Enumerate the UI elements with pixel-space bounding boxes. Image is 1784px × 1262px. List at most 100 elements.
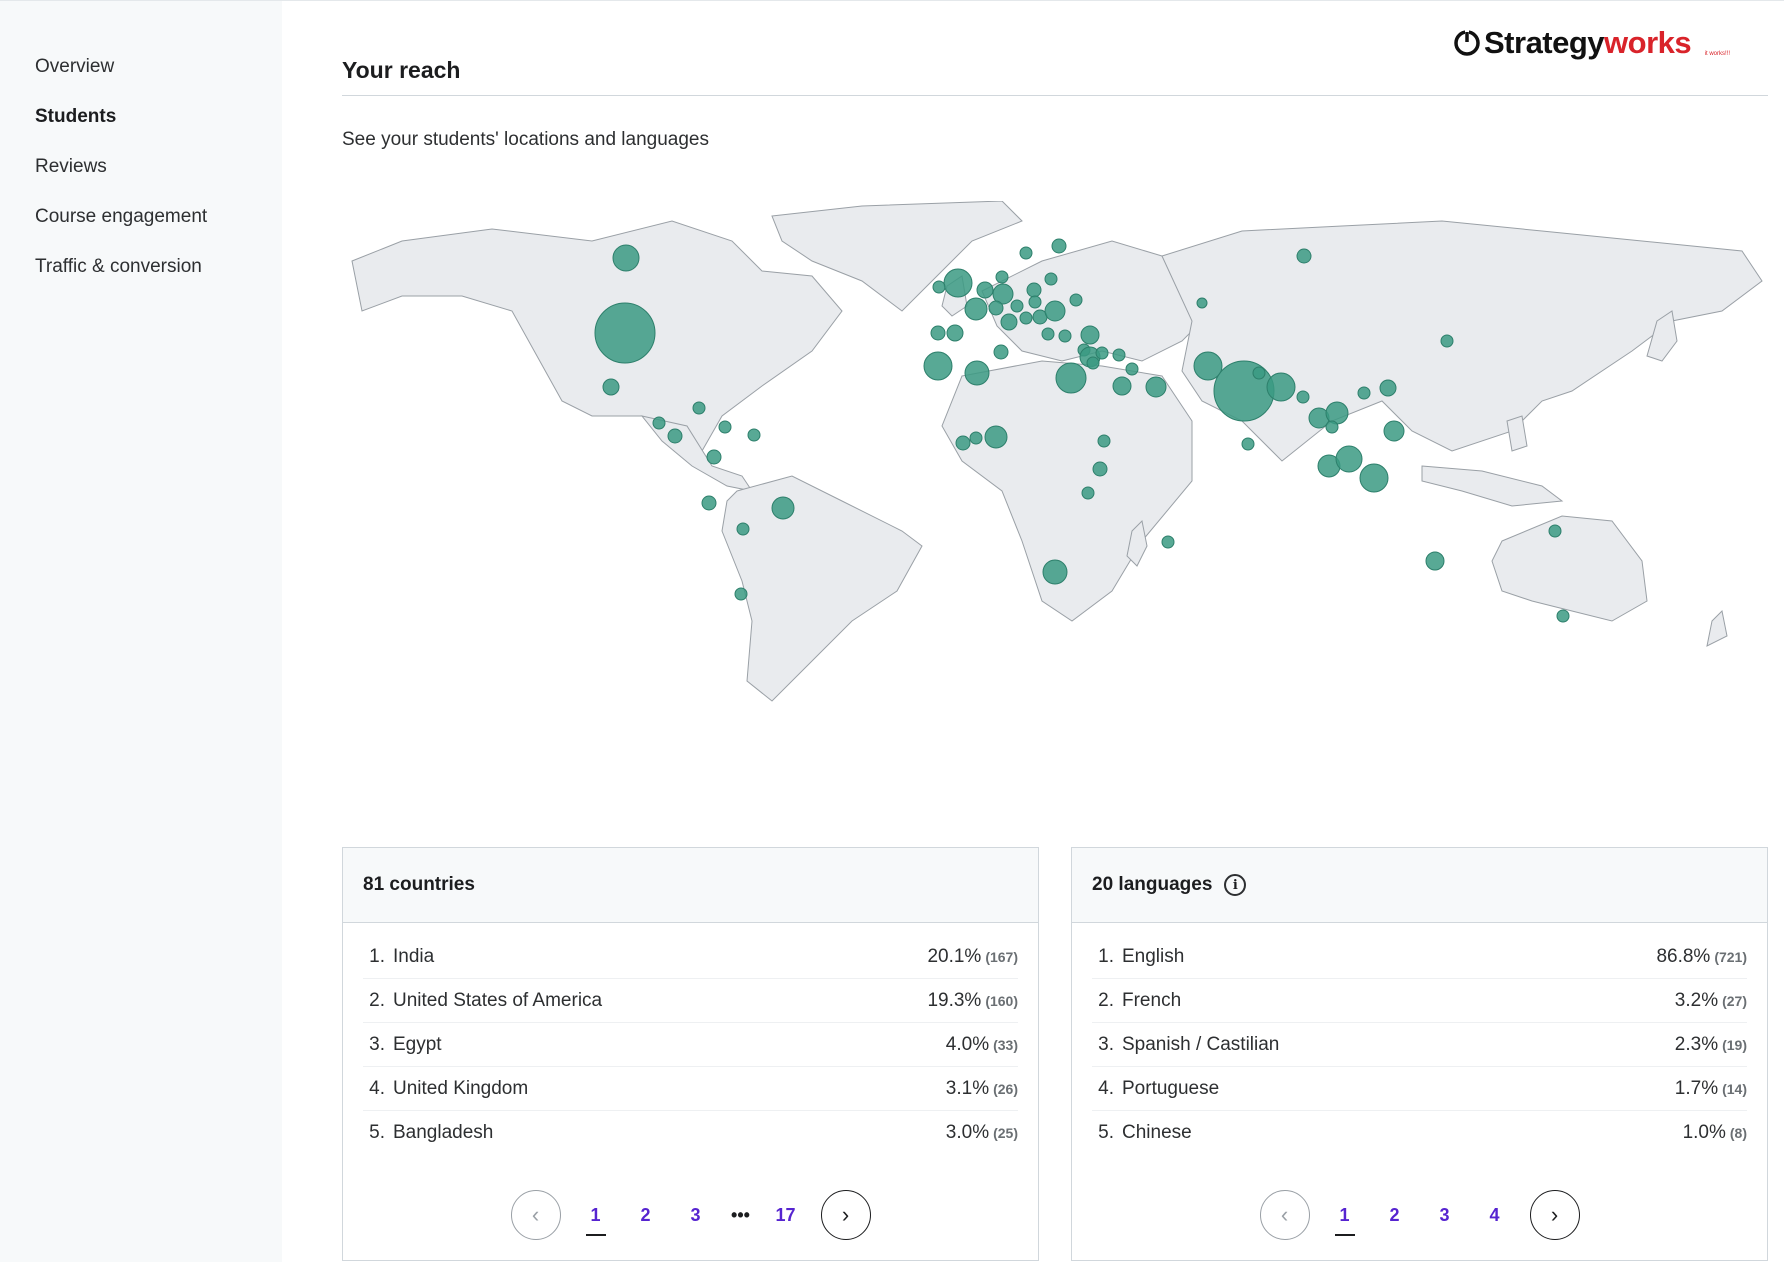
land-south-america	[721, 475, 923, 702]
marker-spain	[946, 324, 964, 342]
page-1-link[interactable]: 1	[571, 1190, 621, 1240]
percent: 4.0%	[945, 1033, 990, 1055]
marker-singapore	[1335, 445, 1363, 473]
language-name: English	[1122, 945, 1185, 967]
percent: 3.0%	[945, 1122, 990, 1143]
marker-bangladesh	[1266, 372, 1296, 402]
marker-finland	[1051, 238, 1067, 254]
marker-denmark	[995, 270, 1009, 284]
sidebar-item-students[interactable]: Students	[0, 101, 282, 151]
marker-uk	[943, 268, 973, 298]
land-africa	[941, 360, 1193, 622]
map-landmasses	[351, 201, 1763, 702]
countries-pagination: ‹ 1 2 3 ••• 17 ›	[343, 1190, 1038, 1240]
languages-pagination: ‹ 1 2 3 4 ›	[1072, 1190, 1767, 1240]
rank: 3.	[369, 1033, 385, 1055]
languages-card-title: 20 languages	[1092, 874, 1213, 895]
percent: 3.2%	[1674, 989, 1719, 1011]
next-page-button[interactable]: ›	[820, 1190, 871, 1240]
marker-nigeria	[984, 425, 1008, 449]
count: (33)	[993, 1036, 1018, 1053]
list-item: 5. Bangladesh 3.0% (25)	[363, 1111, 1018, 1155]
marker-hong-kong	[1357, 386, 1371, 400]
marker-algeria	[964, 360, 990, 386]
marker-nepal	[1252, 366, 1266, 380]
page-3-link[interactable]: 3	[671, 1190, 721, 1240]
rank: 2.	[1098, 989, 1114, 1011]
logo-text: Strategyworks	[1484, 25, 1692, 60]
world-map	[351, 201, 1763, 702]
language-name: Chinese	[1122, 1122, 1192, 1143]
language-name: French	[1122, 989, 1182, 1011]
marker-egypt	[1055, 362, 1087, 394]
sidebar: Overview Students Reviews Course engagem…	[0, 0, 282, 1262]
countries-list: 1. India 20.1% (167) 2. United States of…	[343, 923, 1038, 1155]
percent: 2.3%	[1674, 1033, 1719, 1055]
marker-cambodia	[1325, 420, 1339, 434]
marker-switzerland	[988, 300, 1004, 316]
marker-jordan	[1086, 356, 1100, 370]
count: (167)	[985, 948, 1018, 965]
marker-uae	[1145, 376, 1167, 398]
marker-austria	[1010, 299, 1024, 313]
land-indonesia	[1421, 465, 1564, 507]
logo-mark-icon	[1454, 30, 1480, 56]
page-2-link[interactable]: 2	[1370, 1190, 1420, 1240]
marker-kenya	[1081, 486, 1095, 500]
count: (27)	[1722, 992, 1747, 1009]
page-17-link[interactable]: 17	[761, 1190, 811, 1240]
title-divider	[342, 95, 1768, 96]
language-name: Spanish / Castilian	[1122, 1033, 1280, 1055]
rank: 5.	[1098, 1122, 1114, 1143]
countries-card: 81 countries 1. India 20.1% (167) 2. Uni…	[342, 847, 1039, 1261]
marker-sweden	[1019, 246, 1033, 260]
marker-south-africa	[1042, 559, 1068, 585]
marker-tunisia	[993, 344, 1009, 360]
marker-trinidad	[747, 428, 761, 442]
marker-italy	[1000, 313, 1018, 331]
marker-sri-lanka	[1241, 437, 1255, 451]
marker-japan	[1440, 334, 1454, 348]
sidebar-item-overview[interactable]: Overview	[0, 51, 282, 101]
list-item: 2. United States of America 19.3% (160)	[363, 979, 1018, 1023]
language-name: Portuguese	[1122, 1077, 1220, 1099]
page-3-link[interactable]: 3	[1420, 1190, 1470, 1240]
sidebar-item-traffic-conversion[interactable]: Traffic & conversion	[0, 251, 282, 301]
marker-argentina	[734, 587, 748, 601]
marker-mauritius	[1161, 535, 1175, 549]
list-item: 4. United Kingdom 3.1% (26)	[363, 1067, 1018, 1111]
percent: 3.1%	[945, 1077, 990, 1099]
prev-page-button[interactable]: ‹	[510, 1190, 561, 1240]
rank: 4.	[369, 1077, 385, 1099]
page-4-link[interactable]: 4	[1470, 1190, 1520, 1240]
sidebar-item-course-engagement[interactable]: Course engagement	[0, 201, 282, 251]
rank: 4.	[1098, 1077, 1114, 1099]
land-new-zealand	[1706, 609, 1728, 647]
country-name: United Kingdom	[393, 1077, 529, 1099]
chevron-left-icon: ‹	[1280, 1202, 1289, 1227]
count: (8)	[1729, 1125, 1747, 1141]
rank: 3.	[1098, 1033, 1114, 1055]
prev-page-button[interactable]: ‹	[1259, 1190, 1310, 1240]
list-item: 1. English 86.8% (721)	[1092, 935, 1747, 979]
list-item: 3. Egypt 4.0% (33)	[363, 1023, 1018, 1067]
marker-france	[964, 297, 988, 321]
marker-serbia	[1041, 327, 1055, 341]
info-icon[interactable]: i	[1224, 874, 1247, 896]
page-1-link[interactable]: 1	[1320, 1190, 1370, 1240]
marker-new-zealand	[1556, 609, 1570, 623]
sidebar-item-reviews[interactable]: Reviews	[0, 151, 282, 201]
page-subtitle: See your students' locations and languag…	[342, 129, 709, 150]
marker-usa	[594, 302, 656, 364]
languages-card-header: 20 languages i	[1072, 848, 1767, 923]
marker-kuwait	[1125, 362, 1139, 376]
country-name: United States of America	[393, 989, 603, 1011]
languages-list: 1. English 86.8% (721) 2. French 3.2% (2…	[1072, 923, 1767, 1155]
page-2-link[interactable]: 2	[621, 1190, 671, 1240]
list-item: 5. Chinese 1.0% (8)	[1092, 1111, 1747, 1155]
marker-romania	[1044, 300, 1066, 322]
marker-netherlands	[976, 281, 994, 299]
sidebar-nav: Overview Students Reviews Course engagem…	[0, 1, 282, 301]
marker-morocco	[923, 351, 953, 381]
next-page-button[interactable]: ›	[1529, 1190, 1580, 1240]
